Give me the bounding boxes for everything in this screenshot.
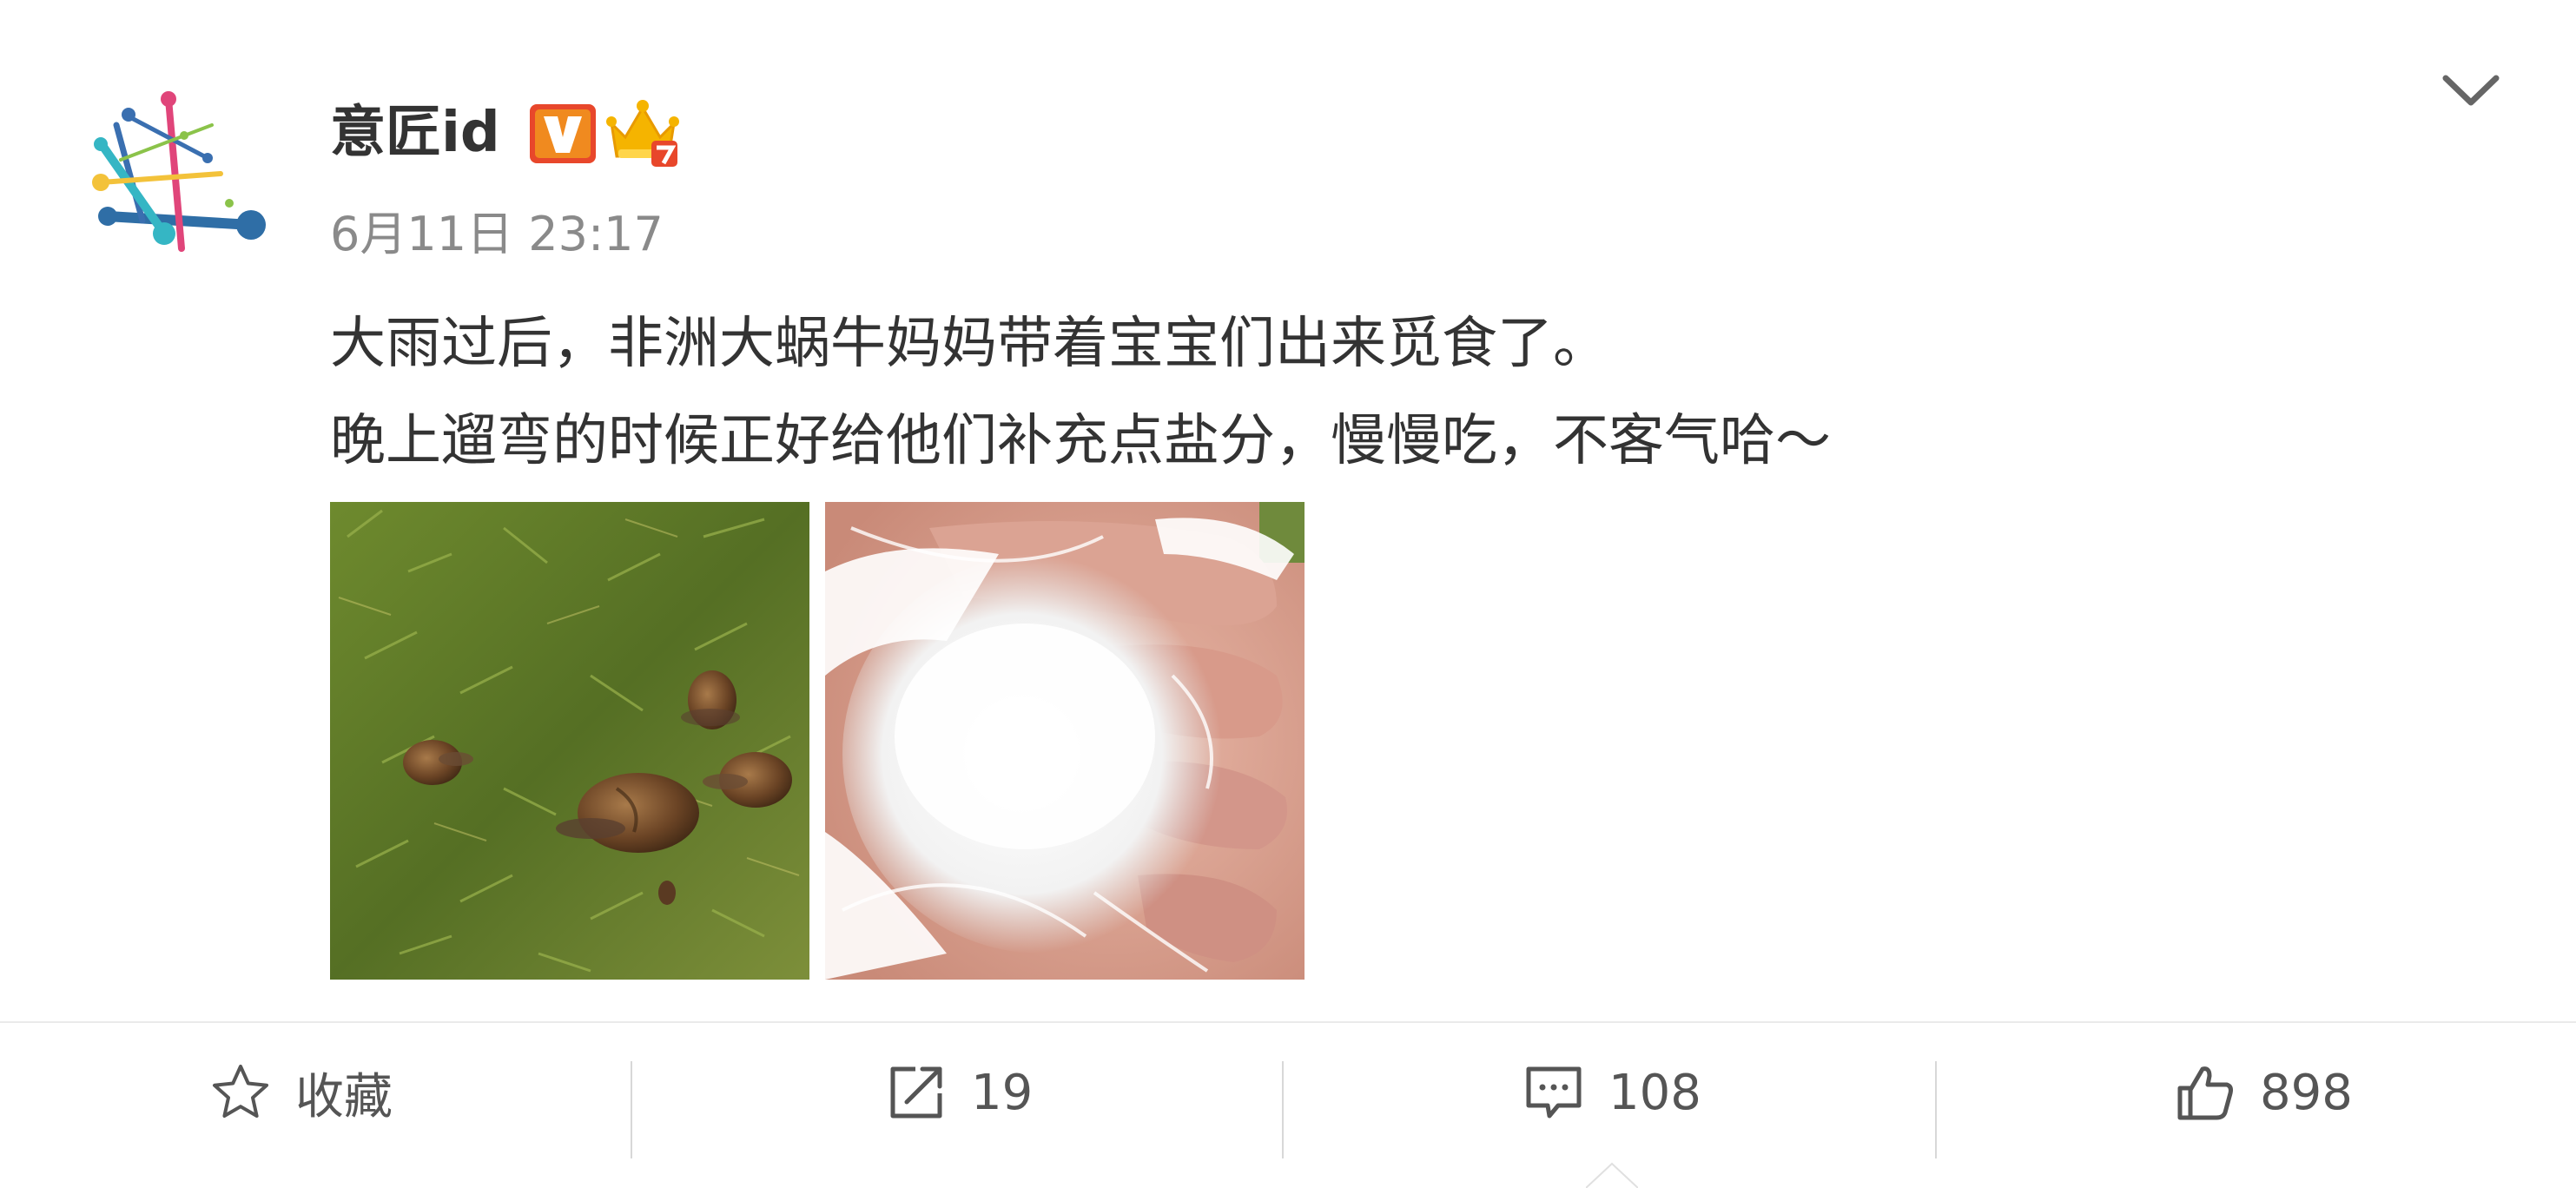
favorite-label: 收藏 xyxy=(295,1068,393,1125)
comment-icon xyxy=(1526,1066,1582,1119)
action-separator xyxy=(631,1061,632,1158)
snails-on-grass-photo[interactable] xyxy=(330,502,809,980)
comment-count: 108 xyxy=(1608,1064,1701,1121)
share-icon xyxy=(890,1066,942,1119)
chevron-down-icon[interactable] xyxy=(2441,69,2501,113)
comment-button[interactable]: 108 xyxy=(1523,1061,1701,1124)
post-text-line: 大雨过后，非洲大蜗牛妈妈带着宝宝们出来觅食了。 xyxy=(330,312,1608,376)
author-avatar[interactable] xyxy=(90,90,269,269)
vip-crown-icon xyxy=(606,100,679,167)
thumbs-up-icon xyxy=(2177,1066,2233,1120)
action-separator xyxy=(1935,1061,1937,1158)
post-text: 大雨过后，非洲大蜗牛妈妈带着宝宝们出来觅食了。 晚上遛弯的时候正好给他们补充点盐… xyxy=(330,295,2484,490)
weibo-post-card: 意匠id 6月11日 23:17 大雨过后，非洲大蜗牛妈妈带着宝宝们出来觅食了。… xyxy=(0,0,2576,1188)
star-icon xyxy=(213,1065,268,1118)
action-bar: 收藏 19 108 898 xyxy=(0,1023,2576,1188)
favorite-button[interactable]: 收藏 xyxy=(210,1061,393,1125)
salt-in-plastic-bag-photo[interactable] xyxy=(825,502,1305,980)
post-timestamp[interactable]: 6月11日 23:17 xyxy=(330,201,664,267)
verified-v-icon xyxy=(530,104,596,163)
action-separator xyxy=(1282,1061,1284,1158)
comment-pointer-caret xyxy=(1586,1162,1638,1188)
author-name[interactable]: 意匠id xyxy=(330,94,500,172)
like-button[interactable]: 898 xyxy=(2175,1061,2353,1124)
post-text-line: 晚上遛弯的时候正好给他们补充点盐分，慢慢吃，不客气哈～ xyxy=(330,409,1831,473)
like-count: 898 xyxy=(2260,1064,2353,1121)
repost-button[interactable]: 19 xyxy=(886,1061,1033,1124)
repost-count: 19 xyxy=(971,1064,1034,1121)
